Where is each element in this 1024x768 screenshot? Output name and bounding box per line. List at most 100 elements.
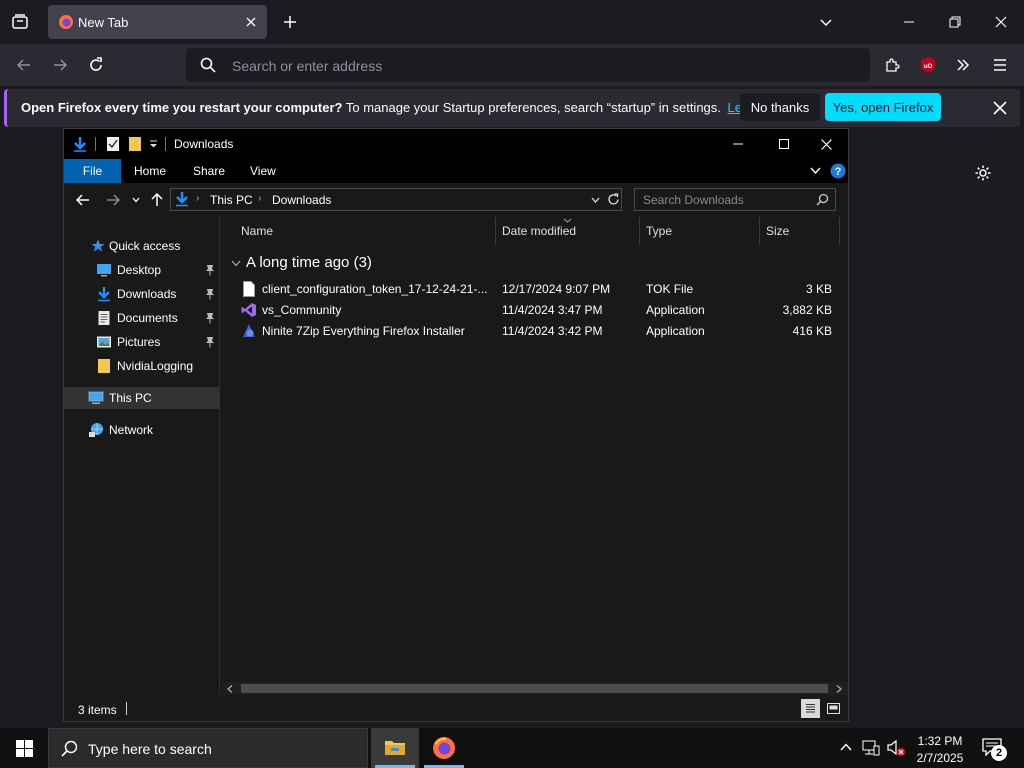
tab-list-button[interactable] bbox=[4, 6, 36, 38]
large-icons-view-button[interactable] bbox=[824, 699, 843, 718]
nav-network[interactable]: Network bbox=[64, 419, 220, 441]
nav-nvidialogging[interactable]: NvidiaLogging bbox=[64, 355, 220, 377]
search-icon bbox=[61, 740, 78, 757]
app-menu-button[interactable] bbox=[984, 49, 1016, 81]
nav-downloads[interactable]: Downloads bbox=[64, 283, 220, 305]
nav-label: Documents bbox=[117, 311, 178, 325]
nav-label: Downloads bbox=[117, 287, 177, 301]
customize-quick-access-icon[interactable] bbox=[149, 140, 158, 149]
close-tab-icon[interactable] bbox=[245, 16, 257, 28]
address-dropdown-icon[interactable] bbox=[591, 197, 600, 203]
computer-icon bbox=[88, 391, 104, 404]
file-type: Application bbox=[646, 303, 705, 317]
breadcrumb-downloads[interactable]: Downloads bbox=[272, 193, 331, 207]
ribbon-tab-file[interactable]: File bbox=[64, 159, 121, 183]
arrow-up-icon[interactable] bbox=[150, 193, 164, 207]
close-notification-button[interactable] bbox=[984, 92, 1016, 124]
forward-button[interactable] bbox=[44, 49, 76, 81]
restore-button[interactable] bbox=[939, 6, 971, 38]
no-thanks-button[interactable]: No thanks bbox=[740, 93, 820, 121]
firefox-icon bbox=[433, 737, 455, 759]
extensions-button[interactable] bbox=[876, 49, 908, 81]
explorer-search-box[interactable]: Search Downloads bbox=[634, 188, 836, 211]
help-icon[interactable]: ? bbox=[830, 163, 846, 179]
clock[interactable]: 1:32 PM 2/7/2025 bbox=[912, 732, 968, 765]
start-button[interactable] bbox=[0, 728, 48, 768]
taskbar-search-box[interactable]: Type here to search bbox=[48, 728, 368, 768]
column-header-date-modified[interactable]: Date modified bbox=[496, 217, 640, 245]
properties-icon[interactable] bbox=[106, 136, 120, 152]
chevron-up-icon[interactable] bbox=[840, 743, 852, 751]
file-row[interactable]: client_configuration_token_17-12-24-21-.… bbox=[221, 279, 848, 300]
restore-icon bbox=[949, 16, 961, 28]
nav-quick-access[interactable]: Quick access bbox=[64, 235, 220, 257]
network-status-icon[interactable] bbox=[862, 740, 880, 756]
file-row[interactable]: vs_Community 11/4/2024 3:47 PM Applicati… bbox=[221, 300, 848, 321]
ninite-icon bbox=[243, 324, 255, 337]
separator bbox=[126, 702, 127, 715]
new-folder-icon[interactable] bbox=[128, 136, 142, 152]
recent-locations-icon[interactable] bbox=[132, 197, 140, 203]
group-header[interactable]: A long time ago (3) bbox=[229, 254, 529, 274]
column-header-type[interactable]: Type bbox=[640, 217, 760, 245]
arrow-right-icon bbox=[54, 59, 68, 71]
breadcrumb-separator-icon: › bbox=[258, 193, 262, 204]
ribbon-tab-share[interactable]: Share bbox=[193, 159, 225, 183]
close-icon bbox=[820, 138, 832, 150]
nav-this-pc[interactable]: This PC bbox=[64, 387, 220, 409]
file-name: vs_Community bbox=[262, 303, 342, 317]
overflow-menu-button[interactable] bbox=[947, 49, 979, 81]
ribbon-tab-home[interactable]: Home bbox=[134, 159, 166, 183]
action-center-button[interactable]: 2 bbox=[980, 736, 1008, 761]
address-bar[interactable]: Search or enter address bbox=[186, 48, 870, 82]
explorer-minimize-button[interactable] bbox=[715, 129, 761, 159]
customize-new-tab-button[interactable] bbox=[967, 157, 999, 189]
plus-icon bbox=[284, 16, 296, 28]
minimize-button[interactable] bbox=[893, 6, 925, 38]
list-all-tabs-button[interactable] bbox=[810, 6, 842, 38]
explorer-address-bar[interactable]: › This PC › Downloads bbox=[170, 188, 622, 211]
nav-label: Network bbox=[109, 423, 154, 437]
document-icon bbox=[243, 281, 255, 297]
column-header-name[interactable]: Name bbox=[235, 217, 496, 245]
nav-label: This PC bbox=[109, 391, 152, 405]
gear-icon bbox=[975, 165, 991, 181]
arrow-left-icon[interactable] bbox=[76, 193, 90, 207]
reload-icon bbox=[90, 57, 102, 71]
ribbon-tab-view[interactable]: View bbox=[250, 159, 276, 183]
explorer-maximize-button[interactable] bbox=[761, 129, 807, 159]
details-view-button[interactable] bbox=[801, 699, 820, 718]
folder-icon bbox=[98, 359, 110, 373]
file-row[interactable]: Ninite 7Zip Everything Firefox Installer… bbox=[221, 321, 848, 342]
nav-pictures[interactable]: Pictures bbox=[64, 331, 220, 353]
notification-message: Open Firefox every time you restart your… bbox=[21, 100, 794, 115]
breadcrumb-this-pc[interactable]: This PC bbox=[210, 193, 253, 207]
scrollbar-thumb[interactable] bbox=[241, 684, 828, 693]
nav-label: Quick access bbox=[109, 239, 181, 253]
tab-new-tab[interactable]: New Tab bbox=[48, 5, 267, 39]
nav-label: Pictures bbox=[117, 335, 161, 349]
arrow-right-icon[interactable] bbox=[106, 193, 120, 207]
new-tab-button[interactable] bbox=[274, 6, 306, 38]
status-bar: 3 items bbox=[64, 695, 848, 721]
taskbar-firefox[interactable] bbox=[420, 728, 468, 768]
search-icon bbox=[200, 57, 216, 73]
yes-open-firefox-button[interactable]: Yes, open Firefox bbox=[825, 93, 941, 121]
nav-desktop[interactable]: Desktop bbox=[64, 259, 220, 281]
reload-button[interactable] bbox=[80, 49, 112, 81]
close-window-button[interactable] bbox=[985, 6, 1017, 38]
volume-muted-icon[interactable] bbox=[886, 740, 906, 757]
pin-icon bbox=[206, 313, 214, 324]
expand-ribbon-icon[interactable] bbox=[810, 167, 821, 175]
explorer-close-button[interactable] bbox=[803, 129, 849, 159]
nav-documents[interactable]: Documents bbox=[64, 307, 220, 329]
scroll-left-icon[interactable] bbox=[227, 685, 233, 693]
ublock-origin-button[interactable]: uO bbox=[912, 49, 944, 81]
browser-tab-bar: New Tab bbox=[0, 0, 1024, 44]
scroll-right-icon[interactable] bbox=[836, 685, 842, 693]
taskbar-file-explorer[interactable] bbox=[371, 728, 419, 768]
back-button[interactable] bbox=[8, 49, 40, 81]
refresh-icon[interactable] bbox=[607, 193, 620, 206]
horizontal-scrollbar[interactable] bbox=[221, 682, 848, 695]
column-header-size[interactable]: Size bbox=[760, 217, 840, 245]
